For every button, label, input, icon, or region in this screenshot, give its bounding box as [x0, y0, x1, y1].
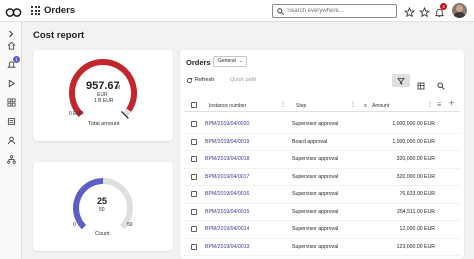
filter-icon — [397, 77, 405, 85]
sort-desc-icon[interactable]: ≡ — [364, 103, 367, 109]
amount-cell: 12,000.00 EUR — [399, 226, 435, 232]
total-gauge-max: 1 B EUR — [94, 98, 114, 104]
chevron-down-icon: ⌄ — [238, 58, 243, 64]
row-checkbox[interactable] — [191, 173, 197, 180]
reports-icon[interactable] — [5, 115, 17, 127]
users-icon[interactable] — [5, 134, 17, 146]
page-title: Cost report — [33, 30, 85, 41]
step-column-menu-icon[interactable]: ⋮ — [350, 102, 356, 108]
row-checkbox[interactable] — [191, 243, 197, 250]
row-checkbox[interactable] — [191, 226, 197, 232]
start-process-play-icon[interactable] — [5, 77, 17, 89]
rail-alerts-badge: 1 — [13, 56, 20, 63]
count-card: 25 50 0 50 Count — [33, 162, 173, 251]
table-row[interactable]: BPM/2019/04/0019 Board approval 1,000,000.… — [184, 134, 460, 151]
orders-title: Orders — [186, 58, 211, 67]
step-cell: Supervisor approval — [292, 208, 339, 215]
table-header: Instance number ⋮ Step ⋮ ≡ Amount ⋮ ☰ + — [184, 99, 460, 112]
instance-link[interactable]: BPM/2019/04/0014 — [205, 226, 249, 232]
step-cell: Supervisor approval — [292, 226, 339, 232]
amount-cell: 1,000,000.00 EUR — [392, 138, 435, 145]
total-gauge-min: 0 EUR — [69, 111, 84, 117]
table-row[interactable]: BPM/2019/04/0013 Supervisor approval 123,0… — [184, 239, 460, 256]
total-gauge-value: 957.67 — [86, 80, 120, 92]
favorites-star-plus-icon[interactable] — [404, 5, 415, 23]
app-title: Orders — [44, 5, 76, 16]
workflow-icon[interactable] — [5, 153, 17, 165]
column-settings-icon[interactable]: ☰ — [437, 102, 441, 108]
step-cell: Supervisor approval — [292, 173, 339, 180]
amount-cell: 1,000,000.00 EUR — [392, 121, 435, 127]
step-cell: Supervisor approval — [292, 191, 339, 197]
top-bar: Orders 4 — [0, 0, 474, 22]
view-select-value: General — [218, 58, 236, 64]
step-cell: Supervisor approval — [292, 243, 339, 250]
total-gauge-unit: M — [116, 85, 121, 91]
instance-link[interactable]: BPM/2019/04/0019 — [205, 139, 249, 145]
instance-link[interactable]: BPM/2019/04/0016 — [205, 191, 249, 197]
amount-cell: 76,633.00 EUR — [399, 191, 435, 197]
global-search[interactable] — [272, 4, 397, 18]
instance-column-menu-icon[interactable]: ⋮ — [280, 102, 286, 108]
step-cell: Board approval — [292, 138, 328, 145]
instance-link[interactable]: BPM/2019/04/0013 — [205, 244, 249, 250]
count-gauge-max: 50 — [99, 207, 105, 213]
amount-cell: 123,000.00 EUR — [396, 243, 435, 250]
home-icon[interactable] — [5, 39, 17, 51]
table-row[interactable]: BPM/2019/04/0015 Supervisor approval 254,5… — [184, 204, 460, 221]
left-nav-rail: 1 — [0, 22, 22, 259]
column-header-amount[interactable]: Amount — [372, 103, 389, 109]
orders-card: Orders General ⌄ Refresh Quick path Inst… — [180, 50, 464, 259]
table-row[interactable]: BPM/2019/04/0018 Supervisor approval 320,0… — [184, 151, 460, 169]
app-launcher-icon[interactable] — [31, 6, 40, 15]
export-excel-icon[interactable] — [417, 77, 425, 95]
app-logo-icon[interactable] — [5, 5, 22, 23]
row-checkbox[interactable] — [191, 156, 197, 162]
row-checkbox[interactable] — [191, 121, 197, 127]
refresh-label: Refresh — [195, 77, 215, 83]
count-gauge-min: 0 — [73, 222, 76, 228]
dashboard-grid-icon[interactable] — [5, 96, 17, 108]
row-checkbox[interactable] — [191, 138, 197, 145]
row-checkbox[interactable] — [191, 208, 197, 215]
table-row[interactable]: BPM/2019/04/0016 Supervisor approval 76,63… — [184, 186, 460, 204]
total-amount-card: 957.67 M EUR 1 B EUR 0 EUR Total amount — [33, 50, 173, 141]
count-gauge-value: 25 — [97, 196, 108, 206]
add-column-icon[interactable]: + — [449, 99, 454, 108]
step-cell: Supervisor approval — [292, 156, 339, 162]
amount-cell: 254,511.00 EUR — [397, 208, 435, 215]
table-row[interactable]: BPM/2019/04/0014 Supervisor approval 12,00… — [184, 221, 460, 239]
table-row[interactable]: BPM/2019/04/0017 Supervisor approval 320,0… — [184, 169, 460, 186]
list-search-icon[interactable] — [437, 77, 445, 95]
refresh-button[interactable]: Refresh — [186, 77, 215, 84]
view-select[interactable]: General ⌄ — [213, 56, 247, 67]
amount-column-menu-icon[interactable]: ⋮ — [427, 102, 433, 108]
filter-button[interactable] — [392, 74, 410, 87]
select-all-checkbox[interactable] — [191, 102, 197, 108]
amount-cell: 320,000.00 EUR — [396, 156, 435, 162]
total-gauge-caption: Total amount — [88, 121, 120, 127]
star-icon[interactable] — [419, 5, 430, 23]
instance-link[interactable]: BPM/2019/04/0018 — [205, 156, 249, 162]
table-row[interactable]: BPM/2019/04/0020 Supervisor approval 1,000… — [184, 116, 460, 134]
quick-path-button[interactable]: Quick path — [230, 77, 256, 83]
count-gauge-caption: Count — [95, 231, 110, 237]
instance-link[interactable]: BPM/2019/04/0020 — [205, 121, 249, 127]
amount-cell: 320,000.00 EUR — [396, 173, 435, 180]
count-gauge-end: 50 — [127, 222, 133, 228]
column-header-step[interactable]: Step — [296, 103, 306, 109]
row-checkbox[interactable] — [191, 191, 197, 197]
column-header-instance[interactable]: Instance number — [209, 103, 246, 109]
search-icon — [277, 7, 284, 15]
notifications-badge: 4 — [440, 3, 447, 10]
user-avatar[interactable] — [452, 3, 467, 18]
refresh-icon — [186, 77, 193, 84]
instance-link[interactable]: BPM/2019/04/0017 — [205, 174, 249, 180]
step-cell: Supervisor approval — [292, 121, 339, 127]
instance-link[interactable]: BPM/2019/04/0015 — [205, 209, 249, 215]
search-input[interactable] — [287, 6, 392, 16]
